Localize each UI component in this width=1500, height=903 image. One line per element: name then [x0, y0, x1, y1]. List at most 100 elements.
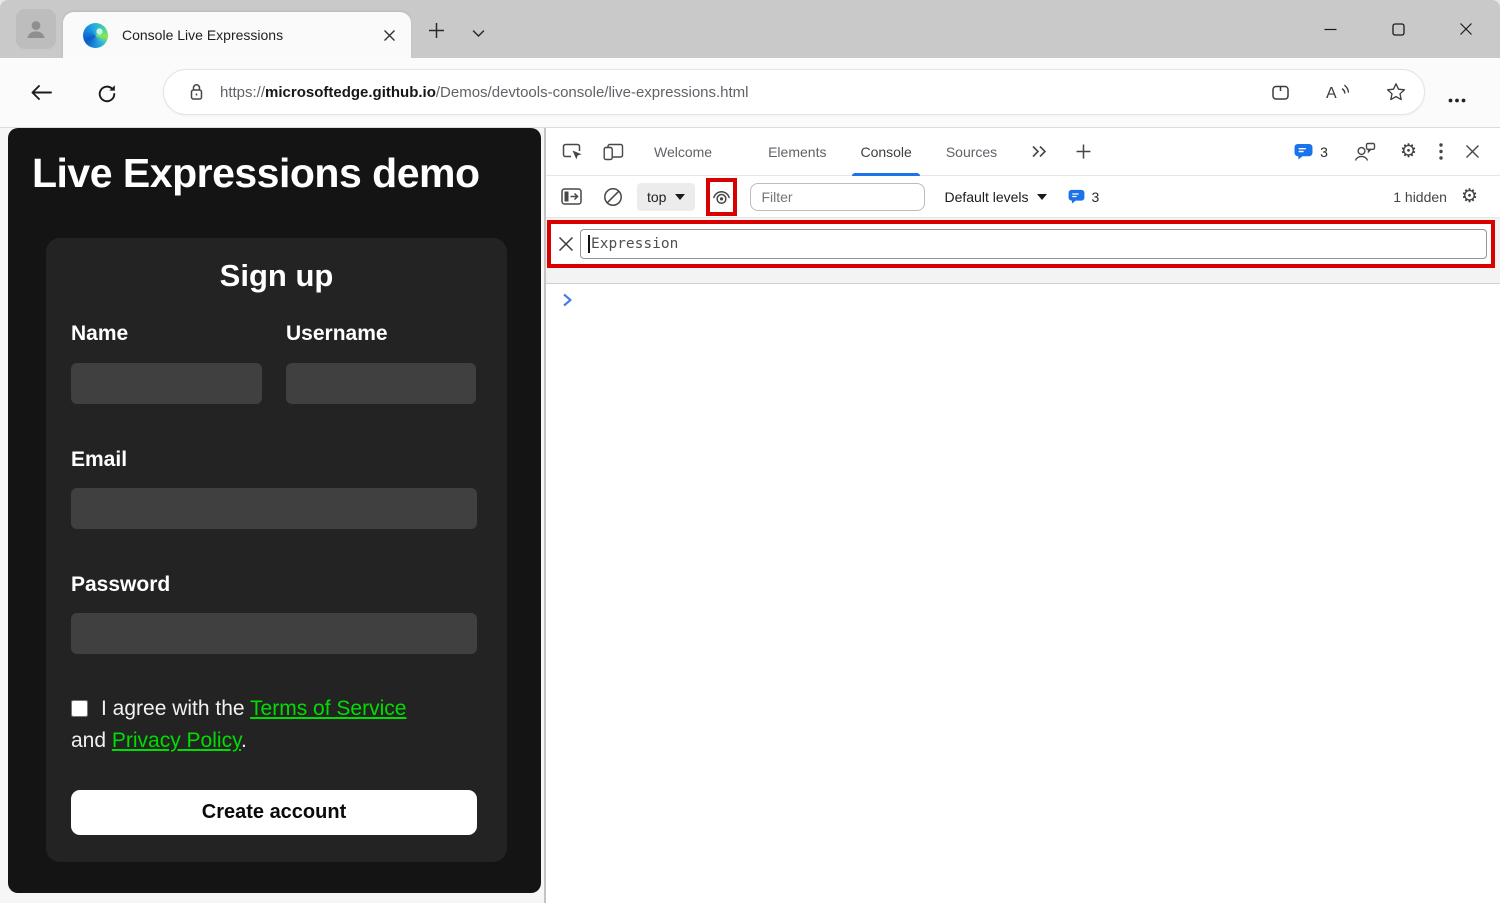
create-account-button[interactable]: Create account — [71, 790, 477, 835]
agree-checkbox[interactable] — [71, 700, 88, 717]
lock-icon[interactable] — [188, 82, 205, 102]
browser-menu-button[interactable] — [1448, 98, 1466, 103]
back-button[interactable] — [30, 84, 53, 101]
hidden-messages-label[interactable]: 1 hidden — [1393, 189, 1447, 205]
tab-sources[interactable]: Sources — [944, 128, 999, 176]
minimize-button[interactable] — [1296, 0, 1364, 58]
window-controls — [1296, 0, 1500, 58]
feedback-button[interactable] — [1354, 142, 1376, 162]
close-window-button[interactable] — [1432, 0, 1500, 58]
close-devtools-button[interactable] — [1465, 144, 1480, 159]
browser-toolbar: https://microsoftedge.github.io/Demos/de… — [0, 58, 1500, 128]
context-label: top — [647, 188, 667, 205]
read-aloud-button[interactable]: A — [1326, 82, 1350, 102]
kebab-menu-icon — [1439, 143, 1443, 160]
console-settings-button[interactable]: ⚙ — [1461, 187, 1478, 206]
url-text: https://microsoftedge.github.io/Demos/de… — [220, 84, 1259, 101]
read-aloud-icon: A — [1326, 84, 1350, 102]
demo-page: Live Expressions demo Sign up Name Usern… — [8, 128, 541, 893]
name-field[interactable] — [71, 363, 262, 404]
maximize-button[interactable] — [1364, 0, 1432, 58]
url-scheme: https:// — [220, 83, 266, 101]
devtools-panel: Welcome Elements Console Sources 3 ⚙ top… — [544, 128, 1500, 903]
double-chevron-icon — [1032, 145, 1047, 158]
text-caret — [588, 235, 590, 253]
issues-count: 3 — [1091, 188, 1100, 205]
devtools-menu-button[interactable] — [1439, 143, 1443, 160]
inspect-element-button[interactable] — [562, 142, 583, 161]
levels-label: Default levels — [944, 188, 1029, 205]
tab-list-button[interactable] — [472, 29, 485, 38]
terms-of-service-link[interactable]: Terms of Service — [250, 697, 406, 720]
split-screen-icon — [1272, 85, 1289, 100]
privacy-policy-link[interactable]: Privacy Policy — [112, 729, 241, 752]
feedback-icon — [1354, 142, 1376, 161]
eye-icon — [713, 190, 731, 204]
sidebar-icon — [561, 188, 582, 205]
plus-icon — [1076, 144, 1091, 159]
ellipsis-icon — [1448, 98, 1466, 103]
log-levels-dropdown[interactable]: Default levels — [944, 188, 1047, 205]
refresh-icon — [98, 85, 116, 103]
content-area: Live Expressions demo Sign up Name Usern… — [0, 128, 1500, 903]
browser-window: Console Live Expressions https://microso… — [0, 0, 1500, 903]
devtools-settings-button[interactable]: ⚙ — [1400, 142, 1417, 161]
device-emulation-button[interactable] — [603, 143, 624, 161]
context-selector[interactable]: top — [637, 182, 696, 211]
tab-close-button[interactable] — [382, 28, 397, 43]
issues-bubble-icon — [1068, 189, 1084, 204]
browser-tab[interactable]: Console Live Expressions — [63, 12, 411, 58]
tab-console[interactable]: Console — [852, 128, 921, 176]
person-icon — [27, 21, 45, 38]
star-icon — [1386, 83, 1406, 101]
create-live-expression-button[interactable] — [711, 188, 732, 206]
filter-input[interactable] — [750, 182, 926, 211]
more-tabs-button[interactable] — [1031, 145, 1048, 158]
agree-text-1: I agree with the — [101, 697, 251, 720]
tab-welcome[interactable]: Welcome — [652, 128, 714, 176]
console-toolbar: top Default levels — [546, 176, 1500, 218]
minimize-icon — [1324, 28, 1336, 30]
url-path: /Demos/devtools-console/live-expressions… — [435, 83, 749, 101]
live-expression-highlight — [706, 177, 738, 216]
profile-avatar[interactable] — [16, 9, 56, 49]
console-prompt[interactable] — [562, 293, 573, 307]
clear-console-button[interactable] — [603, 187, 623, 207]
issues-bubble-icon — [1294, 143, 1313, 160]
password-field[interactable] — [71, 613, 477, 654]
issues-counter[interactable]: 3 — [1294, 143, 1328, 160]
agree-text-2: and — [71, 729, 112, 752]
email-label: Email — [71, 448, 128, 471]
url-host: microsoftedge.github.io — [265, 83, 436, 101]
toolbar-issues-counter[interactable]: 3 — [1068, 188, 1100, 205]
split-screen-button[interactable] — [1271, 83, 1290, 102]
back-arrow-icon — [31, 85, 52, 100]
add-panel-button[interactable] — [1076, 144, 1091, 159]
refresh-button[interactable] — [96, 83, 118, 105]
device-toolbar-icon — [603, 143, 624, 160]
console-messages-area[interactable] — [546, 284, 1500, 312]
svg-text:A: A — [1326, 85, 1337, 102]
caret-down-icon — [675, 193, 686, 200]
new-tab-button[interactable] — [428, 22, 445, 39]
prompt-chevron-icon — [563, 293, 572, 307]
close-icon — [384, 29, 395, 41]
signup-card: Sign up Name Username Email Password I a… — [46, 238, 507, 862]
tab-elements[interactable]: Elements — [766, 128, 828, 176]
page-title: Live Expressions demo — [32, 150, 480, 196]
expression-input[interactable] — [580, 229, 1487, 259]
email-field[interactable] — [71, 488, 477, 529]
plus-icon — [429, 23, 444, 38]
username-field[interactable] — [286, 363, 476, 404]
expression-input-wrap — [580, 229, 1487, 259]
remove-expression-button[interactable] — [557, 235, 575, 253]
name-label: Name — [71, 322, 129, 345]
clear-icon — [604, 187, 622, 206]
favorites-button[interactable] — [1386, 82, 1406, 102]
console-sidebar-toggle[interactable] — [561, 188, 582, 205]
url-bar[interactable]: https://microsoftedge.github.io/Demos/de… — [163, 69, 1425, 115]
agree-text-3: . — [241, 729, 247, 752]
issues-count: 3 — [1320, 143, 1328, 160]
live-expression-bar — [546, 218, 1500, 284]
terms-agreement: I agree with the Terms of Service and Pr… — [71, 693, 483, 757]
